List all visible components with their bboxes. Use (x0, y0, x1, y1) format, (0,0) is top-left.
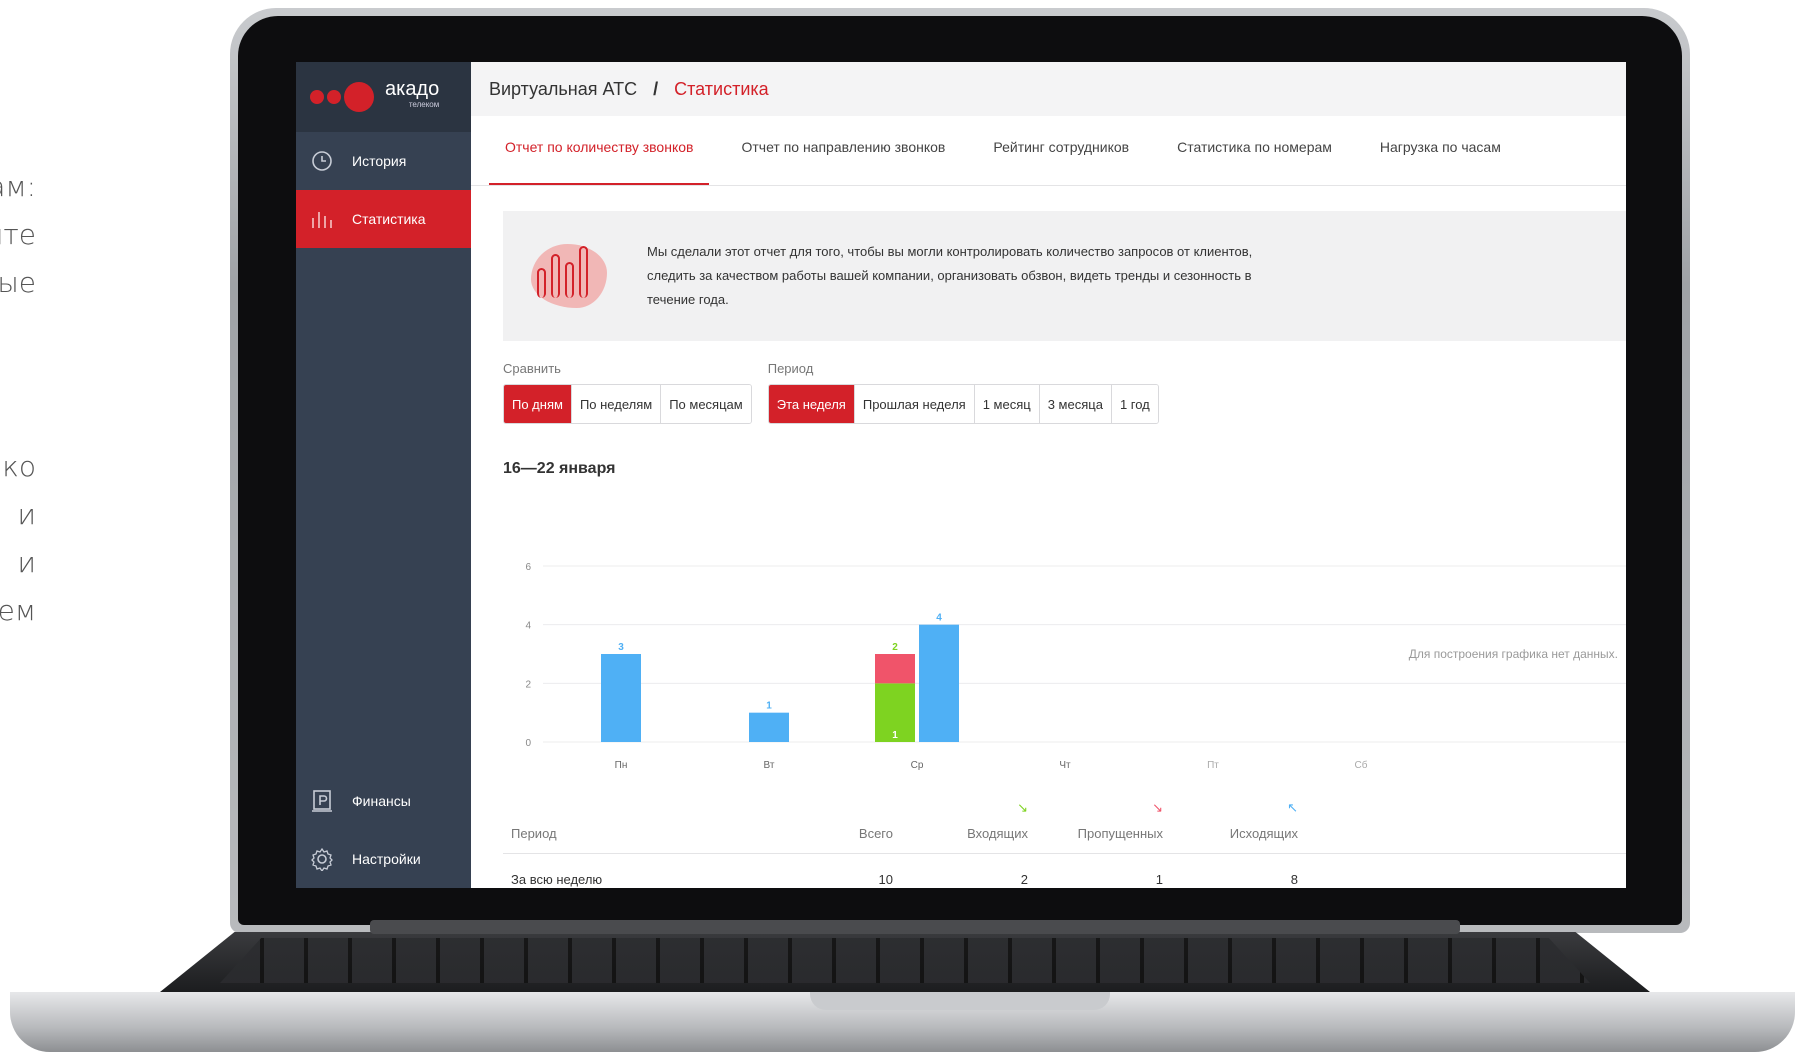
tab-call-count[interactable]: Отчет по количеству звонков (489, 139, 710, 185)
compare-label: Сравнить (503, 361, 561, 376)
compare-by-week-button[interactable]: По неделям (571, 385, 662, 423)
compare-filter: Сравнить По дням По неделям По месяцам (503, 361, 752, 424)
calls-bar-chart: 0 2 4 6 Пн Вт Ср Чт Пт Сб 3 1 2 1 4 Для построения граф… (525, 562, 1626, 771)
main-area: Виртуальная АТС / Статистика Отчет по ко… (471, 62, 1626, 888)
sidebar-item-label: История (352, 153, 407, 169)
side-text-line: ам: (0, 170, 36, 203)
chart-bar (601, 654, 641, 742)
tab-number-stats[interactable]: Статистика по номерам (1161, 139, 1348, 185)
sidebar-item-history[interactable]: История (296, 132, 471, 190)
x-tick-label: Сб (1355, 759, 1368, 771)
cell-missed: 1 (1155, 871, 1163, 887)
side-text-line: ые (0, 266, 36, 299)
side-text-line: и (17, 546, 36, 579)
missed-call-icon: ↘ (1152, 800, 1163, 815)
wallet-icon (310, 789, 334, 813)
cell-outgoing: 8 (1290, 871, 1298, 887)
side-marketing-text: ам: ите ые ко и и ем (0, 0, 40, 700)
compare-by-month-button[interactable]: По месяцам (661, 385, 751, 423)
column-header-incoming: ↘ Входящих (967, 800, 1028, 841)
column-header-total: Всего (858, 826, 893, 841)
y-tick-label: 2 (525, 679, 531, 690)
report-illustration-icon (531, 236, 611, 316)
y-tick-label: 0 (525, 738, 531, 749)
gear-icon (310, 847, 334, 871)
side-text-line: ем (0, 594, 36, 627)
side-text-line: и (17, 498, 36, 531)
logo[interactable]: акадо телеком (296, 62, 471, 132)
chart-bar (749, 712, 789, 742)
bar-data-label: 1 (892, 730, 898, 741)
period-button-group: Эта неделя Прошлая неделя 1 месяц 3 меся… (767, 384, 1159, 424)
sidebar-item-label: Статистика (352, 211, 426, 227)
breadcrumb-parent[interactable]: Виртуальная АТС (489, 79, 637, 100)
chart-empty-note: Для построения графика нет данных. (1409, 647, 1618, 661)
sidebar-item-statistics[interactable]: Статистика (296, 190, 471, 248)
chart-bar (919, 624, 959, 742)
compare-by-day-button[interactable]: По дням (504, 385, 572, 423)
y-tick-label: 4 (525, 621, 531, 632)
breadcrumb-current: Статистика (674, 78, 769, 99)
table-row: За всю неделю 10 2 1 8 (503, 854, 1626, 888)
summary-table: Период Всего ↘ Входящих ↘ Пропущенных ↖ … (503, 798, 1626, 888)
column-header-missed: ↘ Пропущенных (1077, 800, 1163, 841)
sidebar-item-label: Настройки (352, 851, 421, 867)
side-text-line: ите (0, 218, 36, 251)
y-tick-label: 6 (525, 562, 531, 573)
period-filter: Период Эта неделя Прошлая неделя 1 месяц… (767, 361, 1159, 424)
sidebar-item-finance[interactable]: Финансы (296, 772, 471, 830)
bar-data-label: 4 (936, 613, 942, 624)
period-last-week-button[interactable]: Прошлая неделя (854, 385, 975, 423)
bar-data-label: 2 (892, 642, 898, 653)
period-this-week-button[interactable]: Эта неделя (768, 385, 855, 423)
period-1-month-button[interactable]: 1 месяц (974, 385, 1040, 423)
period-1-year-button[interactable]: 1 год (1111, 385, 1158, 423)
column-header-outgoing: ↖ Исходящих (1229, 800, 1298, 841)
cell-period: За всю неделю (511, 871, 603, 887)
info-text: Мы сделали этот отчет для того, чтобы вы… (647, 244, 1253, 307)
breadcrumb: Виртуальная АТС / Статистика (471, 62, 1626, 116)
sidebar-item-label: Финансы (352, 793, 411, 809)
info-banner: Мы сделали этот отчет для того, чтобы вы… (503, 211, 1626, 341)
period-title: 16—22 января (503, 460, 616, 477)
tab-call-direction[interactable]: Отчет по направлению звонков (725, 139, 961, 185)
breadcrumb-separator: / (653, 78, 659, 99)
x-tick-label: Вт (764, 760, 775, 771)
bar-chart-icon (310, 207, 334, 231)
sidebar-item-settings[interactable]: Настройки (296, 830, 471, 888)
tab-hourly-load[interactable]: Нагрузка по часам (1364, 139, 1517, 185)
tab-employee-rating[interactable]: Рейтинг сотрудников (977, 139, 1145, 185)
cell-total: 10 (878, 871, 893, 887)
bar-data-label: 1 (766, 701, 772, 712)
app-screen: акадо телеком История Статистика Финансы (296, 62, 1626, 888)
x-tick-label: Ср (911, 760, 924, 771)
cell-incoming: 2 (1020, 871, 1028, 887)
incoming-call-icon: ↘ (1017, 800, 1028, 815)
x-tick-label: Пт (1207, 760, 1219, 771)
compare-button-group: По дням По неделям По месяцам (503, 384, 752, 424)
period-3-months-button[interactable]: 3 месяца (1039, 385, 1112, 423)
sidebar-bottom: Финансы Настройки (296, 772, 471, 888)
table-header: Период Всего ↘ Входящих ↘ Пропущенных ↖ … (503, 798, 1626, 854)
period-label: Период (767, 361, 814, 376)
clock-icon (310, 149, 334, 173)
side-text-line: ко (2, 450, 36, 483)
x-tick-label: Чт (1059, 760, 1071, 771)
bar-data-label: 3 (618, 642, 624, 653)
laptop-base (10, 920, 1795, 1059)
report-tabs: Отчет по количеству звонков Отчет по нап… (471, 116, 1626, 186)
chart-bar (875, 654, 915, 684)
report-content: Мы сделали этот отчет для того, чтобы вы… (489, 186, 1626, 888)
outgoing-call-icon: ↖ (1287, 800, 1298, 815)
x-tick-label: Пн (615, 760, 628, 771)
filters: Сравнить По дням По неделям По месяцам П… (503, 361, 1626, 424)
column-header-period: Период (511, 826, 557, 841)
sidebar: акадо телеком История Статистика Финансы (296, 62, 471, 888)
